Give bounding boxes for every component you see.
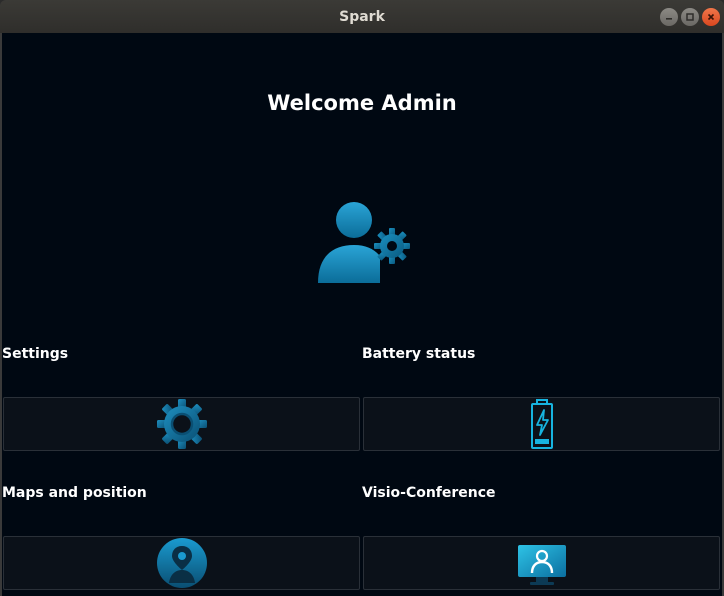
minimize-icon (666, 18, 672, 20)
maximize-icon (686, 13, 694, 21)
minimize-button[interactable] (660, 8, 678, 26)
settings-button[interactable] (3, 397, 360, 451)
close-button[interactable] (702, 8, 720, 26)
admin-user-icon (318, 202, 410, 283)
window-title: Spark (339, 9, 385, 25)
app-content: Welcome Admin Settings Battery status Ma… (2, 33, 722, 596)
battery-status-label: Battery status (362, 346, 476, 362)
maps-position-label: Maps and position (2, 485, 147, 501)
gear-icon (156, 399, 207, 449)
visio-conference-label: Visio-Conference (362, 485, 496, 501)
battery-status-button[interactable] (363, 397, 720, 451)
settings-label: Settings (2, 346, 69, 362)
maximize-button[interactable] (681, 8, 699, 26)
welcome-heading: Welcome Admin (267, 91, 457, 115)
window-controls (660, 8, 720, 26)
maps-position-button[interactable] (3, 536, 360, 590)
visio-conference-button[interactable] (363, 536, 720, 590)
battery-charging-icon (530, 399, 553, 449)
video-monitor-icon (517, 545, 566, 585)
window-titlebar[interactable]: Spark (0, 0, 724, 33)
close-icon (707, 13, 715, 21)
map-pin-user-icon (156, 538, 207, 588)
